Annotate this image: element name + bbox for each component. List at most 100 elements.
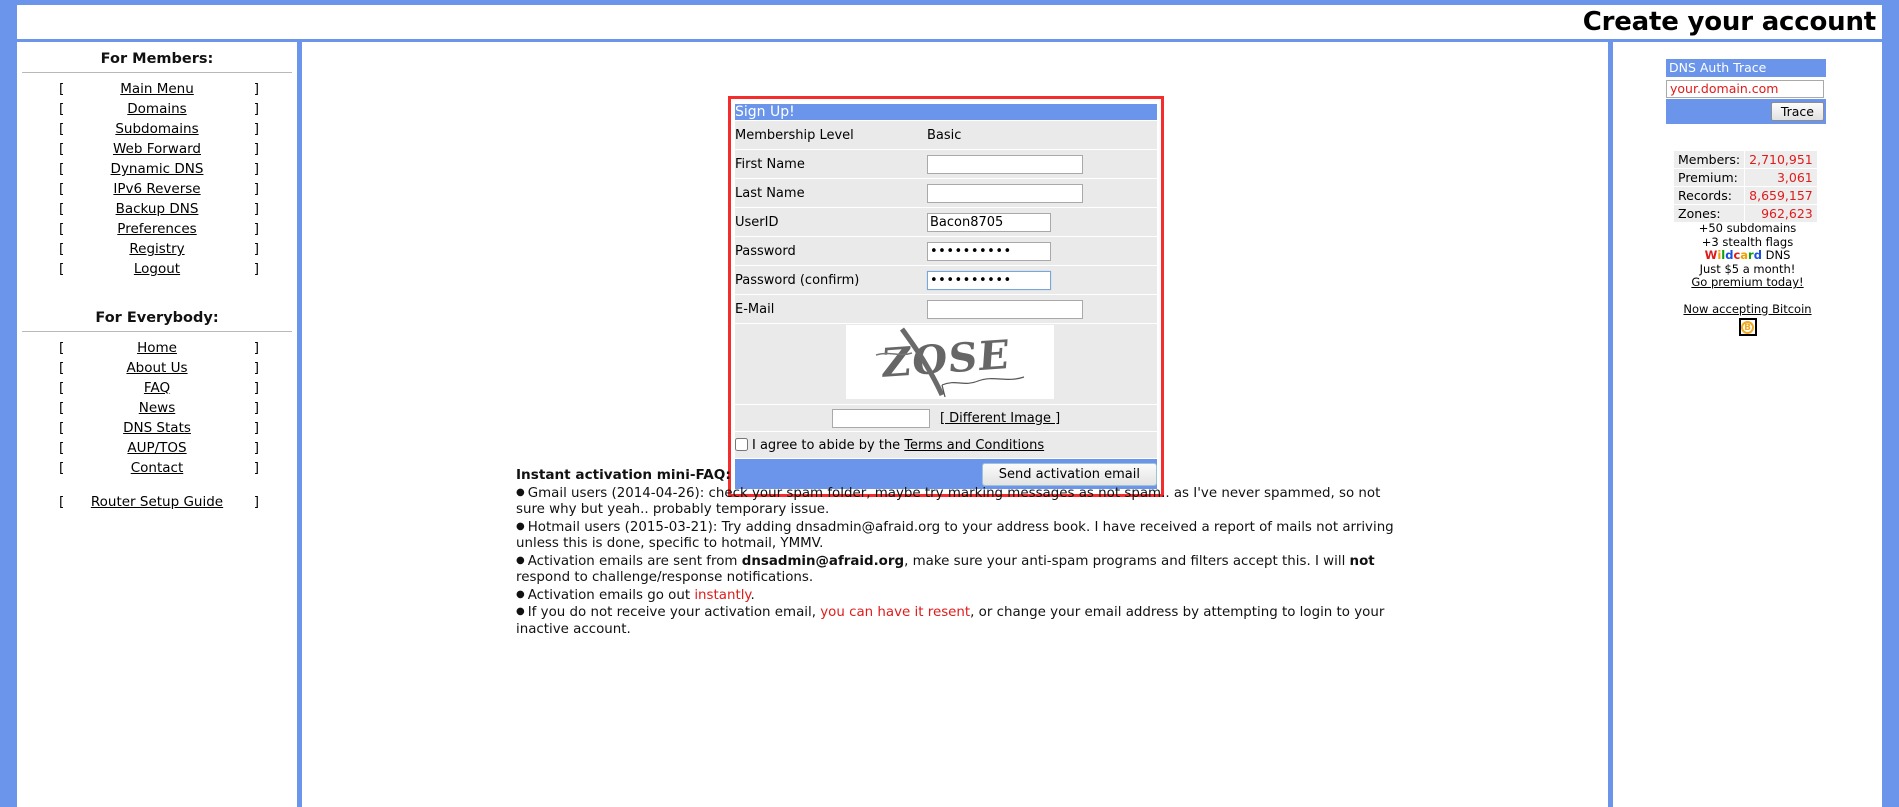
bracket-right: ]: [253, 340, 259, 356]
bracket-right: ]: [253, 201, 259, 217]
now-accepting-bitcoin-link[interactable]: Now accepting Bitcoin: [1683, 302, 1811, 316]
stats-value: 3,061: [1745, 169, 1817, 186]
bullet-icon: ●: [516, 554, 525, 566]
stats-row: Premium: 3,061: [1674, 169, 1817, 186]
sidebar-item-dns-stats[interactable]: [ DNS Stats ]: [17, 418, 297, 438]
terms-checkbox[interactable]: [735, 437, 748, 451]
sidebar-item-about-us[interactable]: [ About Us ]: [17, 358, 297, 378]
sidebar-link-label[interactable]: Dynamic DNS: [111, 161, 204, 177]
bracket-right: ]: [253, 121, 259, 137]
email-input[interactable]: [927, 299, 1083, 319]
sidebar-item-ipv6-reverse[interactable]: [ IPv6 Reverse ]: [17, 179, 297, 199]
password-confirm-input[interactable]: [927, 270, 1051, 290]
promo-wildcard-suffix: DNS: [1761, 248, 1791, 262]
captcha-image: ZOSE: [846, 325, 1054, 399]
faq-section: Instant activation mini-FAQ: ● Gmail user…: [516, 467, 1396, 638]
page-header-inner: Create your account: [17, 5, 1882, 39]
sidebar-item-registry[interactable]: [ Registry ]: [17, 239, 297, 259]
promo-line-price: Just $5 a month!: [1699, 261, 1796, 276]
captcha-input[interactable]: [831, 408, 930, 428]
promo-line-subdomains: +50 subdomains: [1698, 221, 1797, 235]
go-premium-link[interactable]: Go premium today!: [1691, 275, 1803, 289]
row-first-name: First Name: [735, 150, 1157, 178]
sidebar-heading-everybody: For Everybody:: [95, 310, 219, 326]
sidebar-item-main-menu[interactable]: [ Main Menu ]: [17, 79, 297, 99]
label-membership-level: Membership Level: [735, 121, 927, 149]
bracket-right: ]: [253, 360, 259, 376]
sidebar-item-home[interactable]: [ Home ]: [17, 338, 297, 358]
sidebar-link-label[interactable]: News: [139, 400, 175, 416]
sidebar-link-label[interactable]: AUP/TOS: [127, 440, 186, 456]
sidebar-item-logout[interactable]: [ Logout ]: [17, 259, 297, 279]
page-header-bar: Create your account: [0, 0, 1899, 42]
sidebar-link-label[interactable]: Contact: [131, 460, 184, 476]
sidebar-item-contact[interactable]: [ Contact ]: [17, 458, 297, 478]
sidebar-link-label[interactable]: IPv6 Reverse: [113, 181, 200, 197]
sidebar-link-label[interactable]: Home: [137, 340, 177, 356]
sidebar-item-web-forward[interactable]: [ Web Forward ]: [17, 139, 297, 159]
sidebar-link-label[interactable]: Web Forward: [113, 141, 201, 157]
label-password: Password: [735, 237, 927, 265]
row-last-name: Last Name: [735, 179, 1157, 207]
trace-domain-input[interactable]: [1666, 79, 1824, 98]
trace-button[interactable]: Trace: [1770, 101, 1824, 121]
bracket-right: ]: [253, 400, 259, 416]
faq-not-bold: not: [1349, 553, 1375, 569]
bracket-right: ]: [253, 420, 259, 436]
stats-key: Members:: [1674, 151, 1745, 168]
faq-instantly-highlight: instantly: [694, 587, 751, 603]
last-name-input[interactable]: [927, 183, 1083, 203]
bracket-left: [: [59, 141, 65, 157]
bitcoin-icon: B: [1738, 318, 1757, 336]
faq-title: Instant activation mini-FAQ:: [516, 467, 731, 483]
faq-item: ● If you do not receive your activation e…: [516, 604, 1396, 638]
sidebar-heading-members: For Members:: [100, 51, 214, 67]
stats-key: Records:: [1674, 187, 1745, 204]
promo-line-stealth-flags: +3 stealth flags: [1701, 234, 1794, 249]
sidebar-item-router-setup-guide[interactable]: [ Router Setup Guide ]: [17, 492, 297, 512]
stats-row: Records: 8,659,157: [1674, 187, 1817, 204]
bracket-left: [: [59, 201, 65, 217]
sidebar-item-aup-tos[interactable]: [ AUP/TOS ]: [17, 438, 297, 458]
sidebar-item-domains[interactable]: [ Domains ]: [17, 99, 297, 119]
sidebar-item-faq[interactable]: [ FAQ ]: [17, 378, 297, 398]
sidebar-link-label[interactable]: Main Menu: [120, 81, 194, 97]
sidebar-link-label[interactable]: Router Setup Guide: [91, 494, 223, 510]
sidebar-link-label[interactable]: DNS Stats: [123, 420, 191, 436]
password-input[interactable]: [927, 241, 1051, 261]
sidebar-item-subdomains[interactable]: [ Subdomains ]: [17, 119, 297, 139]
faq-email-bold: dnsadmin@afraid.org: [741, 553, 905, 569]
sidebar-link-label[interactable]: About Us: [126, 360, 187, 376]
bracket-right: ]: [253, 81, 259, 97]
sidebar-divider-everybody: [22, 331, 292, 332]
first-name-input[interactable]: [927, 154, 1083, 174]
stats-row: Zones: 962,623: [1674, 205, 1817, 222]
page-body-frame: For Members: [ Main Menu ] [ Domains ] […: [0, 42, 1899, 807]
sidebar-item-preferences[interactable]: [ Preferences ]: [17, 219, 297, 239]
terms-and-conditions-link[interactable]: Terms and Conditions: [904, 438, 1044, 453]
sidebar-item-dynamic-dns[interactable]: [ Dynamic DNS ]: [17, 159, 297, 179]
sidebar-link-label[interactable]: FAQ: [144, 380, 170, 396]
stats-key: Premium:: [1674, 169, 1745, 186]
signup-title-row: Sign Up!: [735, 104, 1157, 120]
bracket-right: ]: [253, 380, 259, 396]
faq-item: ● Gmail users (2014-04-26): check your sp…: [516, 485, 1396, 519]
signup-title: Sign Up!: [735, 104, 1157, 120]
sidebar-link-label[interactable]: Preferences: [117, 221, 196, 237]
sidebar-link-label[interactable]: Logout: [134, 261, 180, 277]
sidebar-link-label[interactable]: Backup DNS: [116, 201, 199, 217]
sidebar-item-news[interactable]: [ News ]: [17, 398, 297, 418]
userid-input[interactable]: [927, 212, 1051, 232]
faq-item: ● Activation emails are sent from dnsadmi…: [516, 553, 1396, 587]
different-image-link[interactable]: [ Different Image ]: [940, 411, 1060, 426]
sidebar-item-backup-dns[interactable]: [ Backup DNS ]: [17, 199, 297, 219]
faq-item: ● Activation emails go out instantly.: [516, 587, 1396, 605]
bracket-left: [: [59, 340, 65, 356]
bracket-left: [: [59, 241, 65, 257]
bullet-icon: ●: [516, 520, 525, 532]
resend-activation-link[interactable]: you can have it resent: [820, 605, 970, 620]
sidebar-link-label[interactable]: Domains: [127, 101, 186, 117]
sidebar-link-label[interactable]: Subdomains: [115, 121, 198, 137]
sidebar-link-label[interactable]: Registry: [129, 241, 184, 257]
